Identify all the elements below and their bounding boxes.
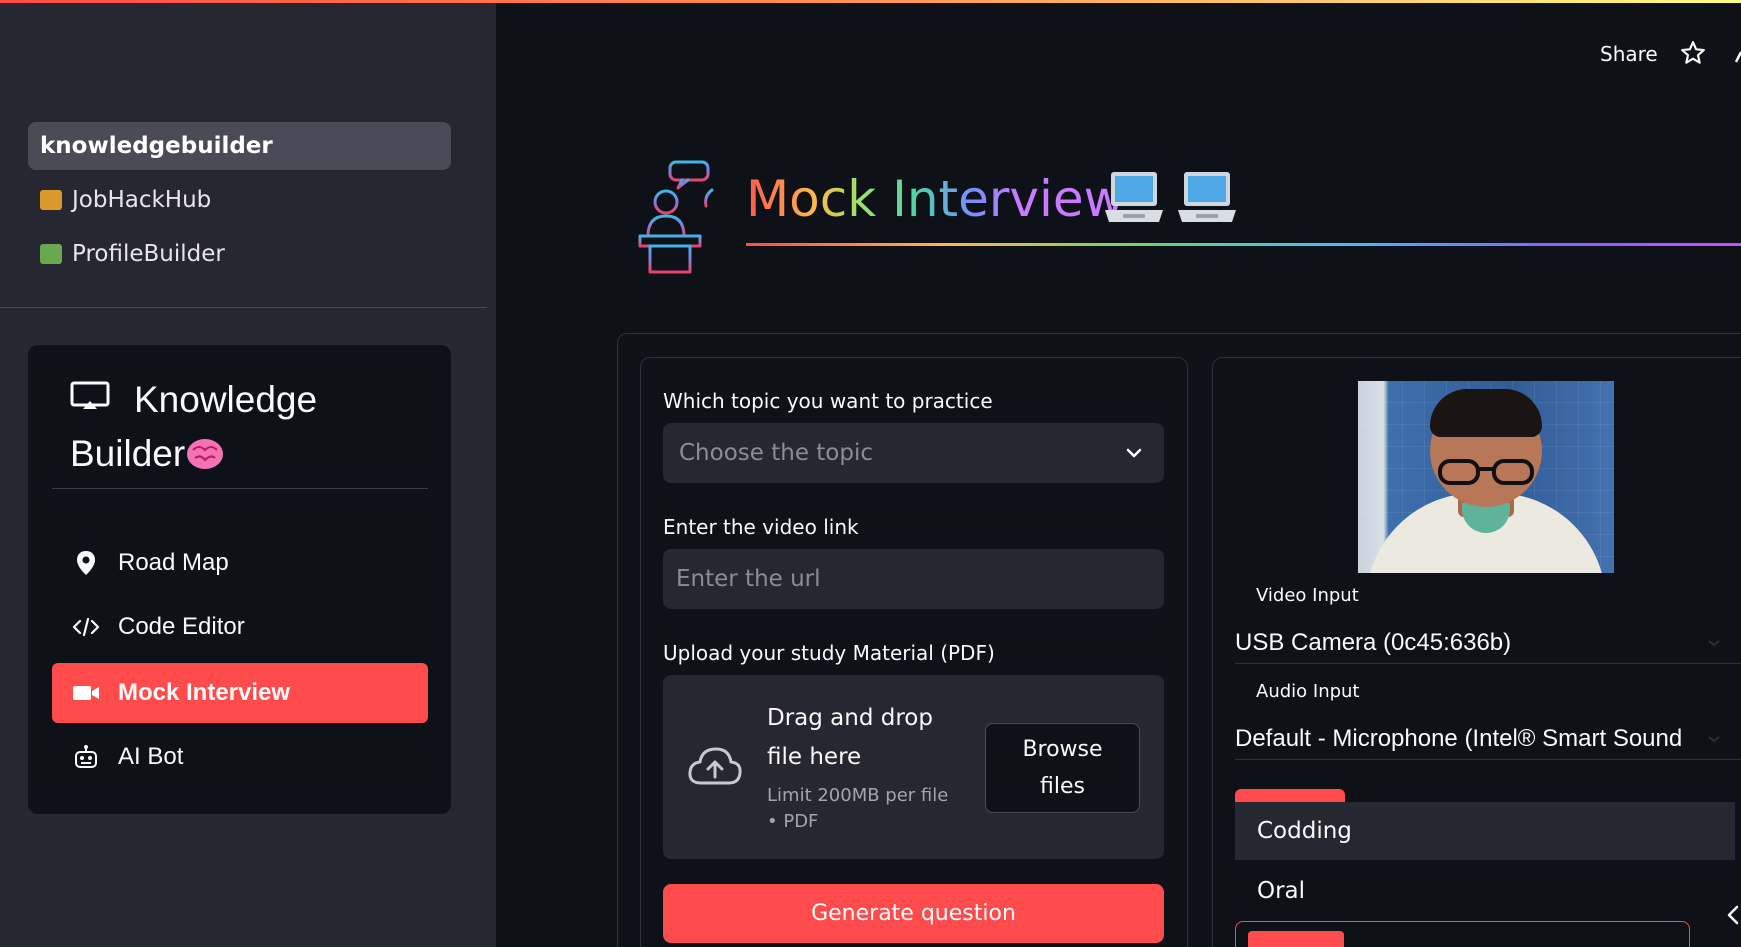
edit-icon[interactable] — [1735, 44, 1741, 64]
sidebar: knowledgebuilder JobHackHub ProfileBuild… — [0, 0, 496, 947]
laptop-icon — [1105, 172, 1163, 222]
file-dropzone[interactable]: Drag and drop file here Limit 200MB per … — [663, 675, 1164, 859]
cloud-upload-icon — [688, 747, 742, 785]
video-input-select[interactable]: USB Camera (0c45:636b) — [1235, 622, 1741, 664]
webcam-video-feed — [1358, 381, 1614, 573]
laptop-icon — [1178, 172, 1236, 222]
generate-question-button[interactable]: Generate question — [663, 884, 1164, 943]
sidebar-page-label: knowledgebuilder — [40, 133, 273, 159]
sidebar-page-label: JobHackHub — [72, 187, 212, 213]
menu-item-road-map[interactable]: Road Map — [52, 533, 428, 593]
menu-divider — [52, 488, 428, 489]
dropdown-option-oral[interactable]: Oral — [1235, 862, 1735, 920]
audio-input-select[interactable]: Default - Microphone (Intel® Smart Sound — [1235, 718, 1741, 760]
video-input-label: Video Input — [1256, 585, 1359, 606]
sidebar-page-jobhackhub[interactable]: JobHackHub — [28, 176, 451, 224]
person-emoji-icon — [40, 244, 62, 264]
knowledge-builder-menu: Knowledge Builder Road Map Code Editor M… — [28, 345, 451, 814]
page-title: Mock Interview — [746, 170, 1125, 228]
title-rainbow-divider — [746, 243, 1741, 246]
browse-files-button[interactable]: Browse files — [985, 723, 1140, 813]
code-icon — [72, 617, 100, 637]
audio-input-value: Default - Microphone (Intel® Smart Sound — [1235, 724, 1683, 752]
dropzone-limit: Limit 200MB per file • PDF — [767, 785, 949, 832]
menu-item-label: AI Bot — [118, 743, 184, 770]
topic-label: Which topic you want to practice — [663, 389, 993, 413]
menu-item-label: Code Editor — [118, 613, 245, 640]
sidebar-page-label: ProfileBuilder — [72, 241, 225, 267]
map-pin-icon — [77, 551, 95, 575]
menu-item-code-editor[interactable]: Code Editor — [52, 597, 428, 657]
topic-select[interactable]: Choose the topic — [663, 423, 1164, 483]
video-camera-icon — [73, 686, 99, 700]
share-button[interactable]: Share — [1600, 42, 1658, 66]
chevron-down-icon — [1708, 640, 1720, 647]
video-link-label: Enter the video link — [663, 515, 859, 539]
sidebar-page-knowledgebuilder[interactable]: knowledgebuilder — [28, 122, 451, 170]
video-input-value: USB Camera (0c45:636b) — [1235, 628, 1512, 656]
audio-input-label: Audio Input — [1256, 681, 1360, 702]
selected-option-chip — [1248, 931, 1344, 947]
video-url-input[interactable]: Enter the url — [663, 549, 1164, 609]
menu-item-label: Mock Interview — [118, 679, 291, 706]
robot-icon — [75, 745, 97, 768]
menu-title: Knowledge Builder — [70, 379, 318, 474]
top-decoration-bar — [0, 0, 1741, 3]
video-url-placeholder: Enter the url — [676, 566, 821, 592]
upload-label: Upload your study Material (PDF) — [663, 641, 995, 665]
menu-item-label: Road Map — [118, 549, 229, 576]
menu-item-ai-bot[interactable]: AI Bot — [52, 727, 428, 787]
menu-item-mock-interview[interactable]: Mock Interview — [52, 663, 428, 723]
chevron-down-icon — [1708, 736, 1720, 743]
sidebar-divider — [0, 307, 487, 308]
card-file-box-icon — [40, 190, 62, 210]
chevron-down-icon — [1126, 448, 1142, 458]
interview-desk-icon — [632, 160, 724, 276]
dropdown-option-codding[interactable]: Codding — [1235, 802, 1735, 860]
topic-select-placeholder: Choose the topic — [679, 440, 874, 466]
chevron-left-icon[interactable] — [1726, 904, 1740, 926]
sidebar-page-profilebuilder[interactable]: ProfileBuilder — [28, 230, 451, 278]
star-icon[interactable] — [1680, 40, 1706, 66]
brain-icon — [187, 439, 224, 469]
dropzone-instructions: Drag and drop file here — [767, 705, 933, 770]
